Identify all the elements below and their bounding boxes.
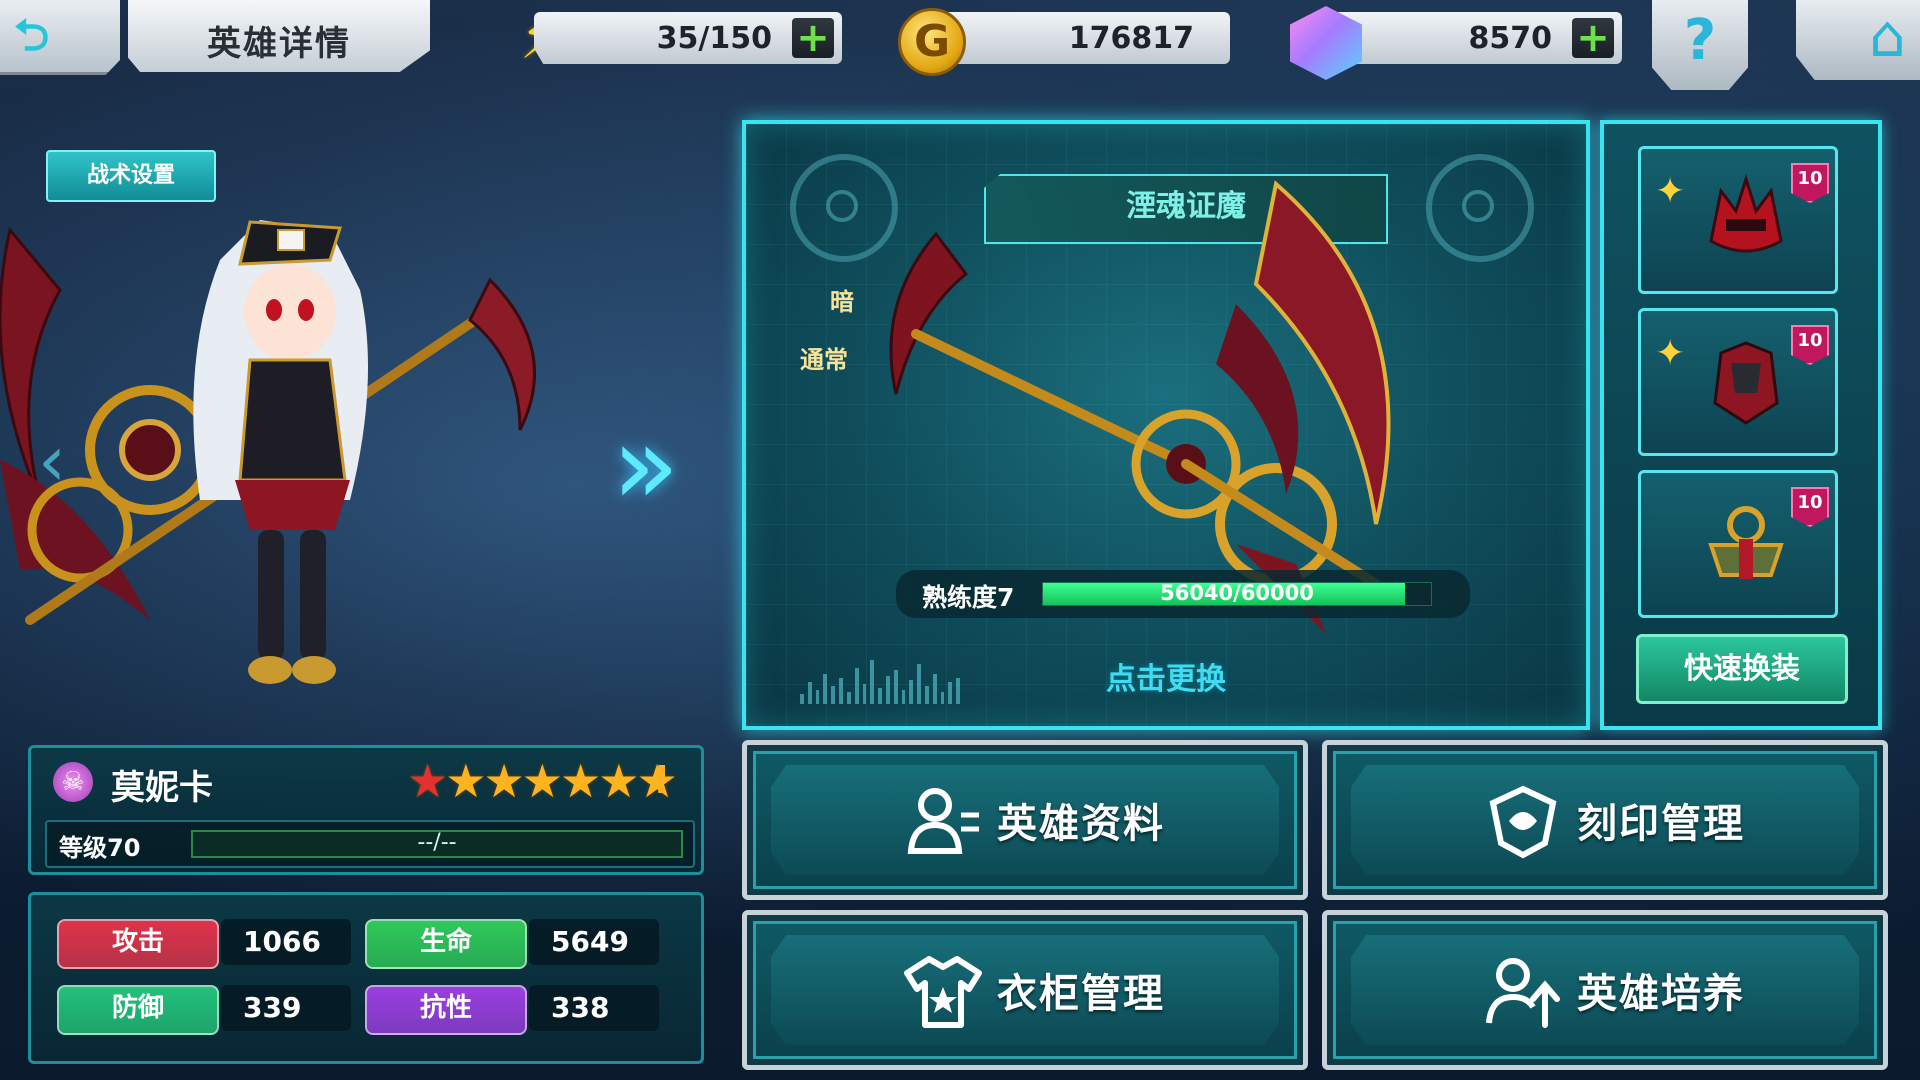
change-weapon-link[interactable]: 点击更换 bbox=[746, 654, 1586, 698]
stat-attack: 攻击 1066 bbox=[57, 919, 357, 969]
imprint-management-label: 刻印管理 bbox=[1577, 801, 1745, 847]
hero-star-rating: ★★★★★★★ bbox=[407, 754, 678, 808]
weapon-element: 暗 bbox=[830, 288, 854, 316]
slot-level-badge: 10 bbox=[1791, 487, 1829, 527]
add-energy-button[interactable]: + bbox=[792, 18, 834, 58]
hero-stats-panel: 攻击 1066 生命 5649 防御 339 抗性 338 bbox=[28, 892, 704, 1064]
equip-slot-helmet[interactable]: ✦ 10 bbox=[1638, 146, 1838, 294]
star-icon: ✦ bbox=[1655, 171, 1686, 212]
star-icon: ★ bbox=[598, 754, 639, 808]
hero-info-label: 英雄资料 bbox=[997, 801, 1165, 847]
gold-emblem-icon bbox=[1708, 506, 1784, 579]
next-hero-arrow-icon[interactable]: » bbox=[612, 410, 679, 520]
hero-name: 莫妮卡 bbox=[111, 768, 213, 808]
red-helmet-icon bbox=[1709, 173, 1783, 253]
gold-coin-icon: G bbox=[898, 8, 966, 76]
imprint-shield-icon bbox=[1489, 785, 1557, 859]
proficiency-level: 熟练度7 bbox=[922, 583, 1015, 612]
gem-value: 8570 bbox=[1468, 21, 1553, 56]
hero-info-button[interactable]: 英雄资料 bbox=[742, 740, 1308, 900]
stat-attack-label: 攻击 bbox=[57, 919, 219, 969]
stat-defense-label: 防御 bbox=[57, 985, 219, 1035]
proficiency-bar: 56040/60000 bbox=[1042, 581, 1432, 606]
gem-counter: 8570 + bbox=[1322, 12, 1622, 64]
red-armor-icon bbox=[1713, 341, 1779, 425]
back-button[interactable]: ⮌ bbox=[0, 0, 120, 75]
page-title: 英雄详情 bbox=[128, 0, 430, 72]
star-icon: ★ bbox=[407, 754, 448, 808]
gold-coin-letter: G bbox=[913, 16, 951, 67]
energy-value: 35/150 bbox=[656, 21, 772, 56]
star-icon: ✦ bbox=[1655, 333, 1686, 374]
hero-training-label: 英雄培养 bbox=[1577, 971, 1745, 1017]
back-arrow-icon: ⮌ bbox=[14, 10, 50, 61]
stat-defense-value: 339 bbox=[221, 985, 351, 1031]
page-title-text: 英雄详情 bbox=[207, 24, 351, 64]
question-mark-icon: ? bbox=[1683, 8, 1717, 73]
star-icon: ★ bbox=[560, 754, 601, 808]
stat-hp-value: 5649 bbox=[529, 919, 659, 965]
previous-hero-arrow-icon[interactable]: ‹ bbox=[38, 420, 66, 502]
hero-info-panel: ☠ 莫妮卡 ★★★★★★★ ! 等级70 --/-- bbox=[28, 745, 704, 875]
proficiency-row: 熟练度7 56040/60000 bbox=[896, 570, 1470, 618]
stat-hp-label: 生命 bbox=[365, 919, 527, 969]
role-skull-icon: ☠ bbox=[53, 762, 93, 802]
star-icon: ★ bbox=[445, 754, 486, 808]
star-icon: ★ bbox=[521, 754, 563, 808]
energy-counter: 35/150 + bbox=[534, 12, 842, 64]
slot-level-badge: 10 bbox=[1791, 325, 1829, 365]
wardrobe-button[interactable]: 衣柜管理 bbox=[742, 910, 1308, 1070]
tactics-settings-button[interactable]: 战术设置 bbox=[46, 150, 216, 202]
stat-attack-value: 1066 bbox=[221, 919, 351, 965]
stat-hp: 生命 5649 bbox=[365, 919, 665, 969]
hero-portrait bbox=[0, 220, 537, 684]
person-profile-icon bbox=[907, 788, 979, 854]
slot-level-badge: 10 bbox=[1791, 163, 1829, 203]
hero-level: 等级70 bbox=[59, 834, 141, 862]
level-row: 等级70 --/-- bbox=[45, 820, 695, 868]
star-icon: ★ bbox=[483, 754, 525, 808]
equip-slot-accessory[interactable]: 10 bbox=[1638, 470, 1838, 618]
shirt-icon bbox=[904, 956, 982, 1028]
stat-resistance-label: 抗性 bbox=[365, 985, 527, 1035]
equip-slot-armor[interactable]: ✦ 10 bbox=[1638, 308, 1838, 456]
home-icon: ⌂ bbox=[1869, 2, 1906, 70]
stat-defense: 防御 339 bbox=[57, 985, 357, 1035]
stat-resistance: 抗性 338 bbox=[365, 985, 665, 1035]
imprint-management-button[interactable]: 刻印管理 bbox=[1322, 740, 1888, 900]
gold-value: 176817 bbox=[1068, 21, 1194, 56]
add-gems-button[interactable]: + bbox=[1572, 18, 1614, 58]
home-button[interactable]: ⌂ bbox=[1796, 0, 1920, 80]
gold-counter: 176817 bbox=[930, 12, 1230, 64]
person-upgrade-icon bbox=[1486, 958, 1560, 1028]
quick-equip-button[interactable]: 快速换装 bbox=[1636, 634, 1848, 704]
exp-text: --/-- bbox=[417, 830, 457, 855]
help-button[interactable]: ? bbox=[1652, 0, 1748, 90]
stat-resistance-value: 338 bbox=[529, 985, 659, 1031]
star-alert-icon[interactable]: ! bbox=[653, 758, 670, 802]
wardrobe-label: 衣柜管理 bbox=[997, 971, 1165, 1017]
weapon-panel[interactable]: 湮魂证魔 暗 通常 熟练度7 56040/60000 点击更换 bbox=[742, 120, 1590, 730]
proficiency-value: 56040/60000 bbox=[1160, 581, 1314, 605]
hero-training-button[interactable]: 英雄培养 bbox=[1322, 910, 1888, 1070]
exp-bar: --/-- bbox=[191, 830, 683, 858]
weapon-attack-type: 通常 bbox=[800, 346, 848, 374]
